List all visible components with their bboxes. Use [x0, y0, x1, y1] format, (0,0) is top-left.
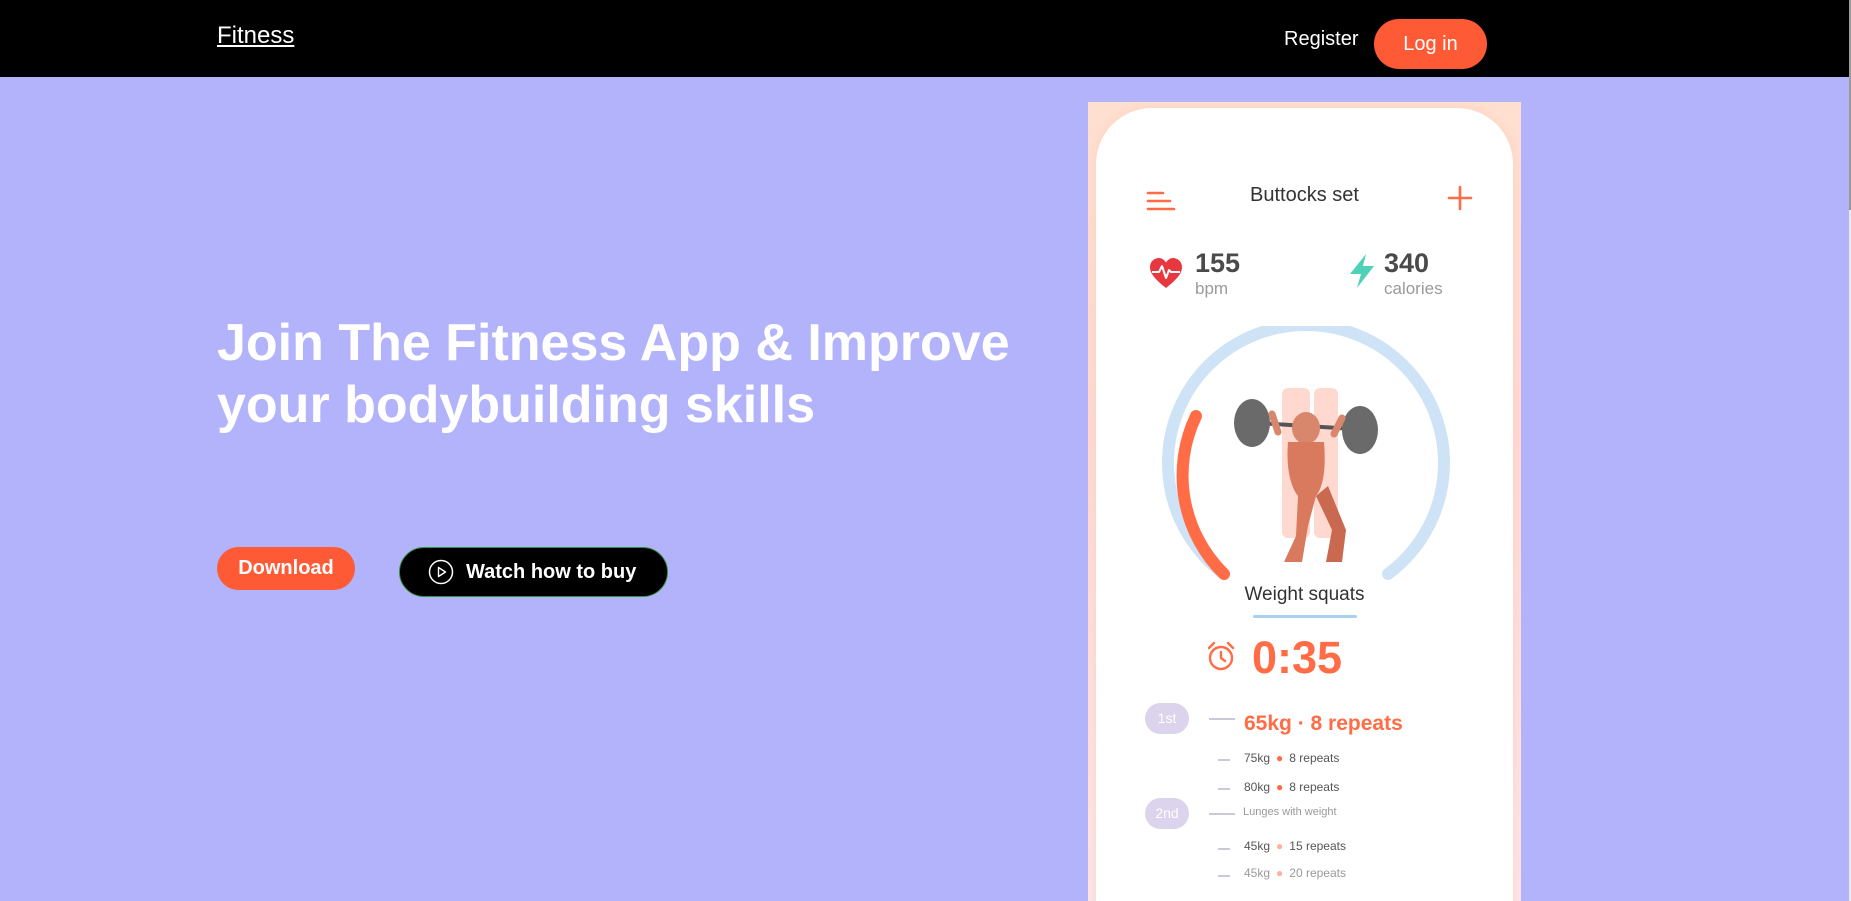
calories-unit: calories: [1384, 279, 1443, 298]
download-button[interactable]: Download: [217, 547, 355, 590]
row-dash: [1218, 848, 1230, 850]
phone-mockup: Buttocks set 155 bpm 340 calories Weight…: [1088, 102, 1521, 901]
exercise-underline: [1253, 615, 1357, 618]
watch-how-to-buy-button[interactable]: Watch how to buy: [399, 547, 668, 597]
hero-title: Join The Fitness App & Improve your body…: [217, 314, 1010, 434]
set-dash: [1209, 813, 1235, 815]
phone-screen: Buttocks set 155 bpm 340 calories Weight…: [1096, 108, 1513, 901]
register-link[interactable]: Register: [1284, 28, 1358, 51]
alarm-clock-icon: [1207, 641, 1235, 671]
set-dash: [1209, 718, 1235, 720]
heart-icon: [1150, 258, 1182, 288]
set-row: 45kg ● 15 repeats: [1244, 839, 1346, 853]
bpm-unit: bpm: [1195, 279, 1229, 298]
set-main-1st: 65kg · 8 repeats: [1244, 712, 1403, 735]
play-circle-icon: [428, 559, 454, 585]
brand-link[interactable]: Fitness: [217, 22, 294, 50]
row-dash: [1218, 875, 1230, 877]
watch-button-label: Watch how to buy: [466, 560, 637, 583]
navbar: Fitness Register Log in: [0, 0, 1851, 77]
calories-value: 340: [1384, 248, 1430, 278]
login-button[interactable]: Log in: [1374, 19, 1487, 69]
lightning-icon: [1350, 254, 1374, 288]
row-dash: [1218, 759, 1230, 761]
weightlifter-illustration: [1234, 388, 1378, 562]
bpm-value: 155: [1195, 248, 1241, 278]
timer-value: 0:35: [1252, 632, 1343, 683]
set-main-2nd: Lunges with weight: [1243, 806, 1337, 818]
exercise-name: Weight squats: [1244, 584, 1365, 605]
set-row: 80kg ● 8 repeats: [1244, 780, 1340, 794]
set-badge-1st: 1st: [1145, 703, 1189, 734]
set-row: 45kg ● 20 repeats: [1244, 866, 1346, 880]
set-badge-2nd: 2nd: [1145, 798, 1189, 829]
exercise-progress-ring: [1162, 326, 1450, 580]
plus-icon: [1447, 185, 1473, 211]
row-dash: [1218, 788, 1230, 790]
set-row: 75kg ● 8 repeats: [1244, 751, 1340, 765]
